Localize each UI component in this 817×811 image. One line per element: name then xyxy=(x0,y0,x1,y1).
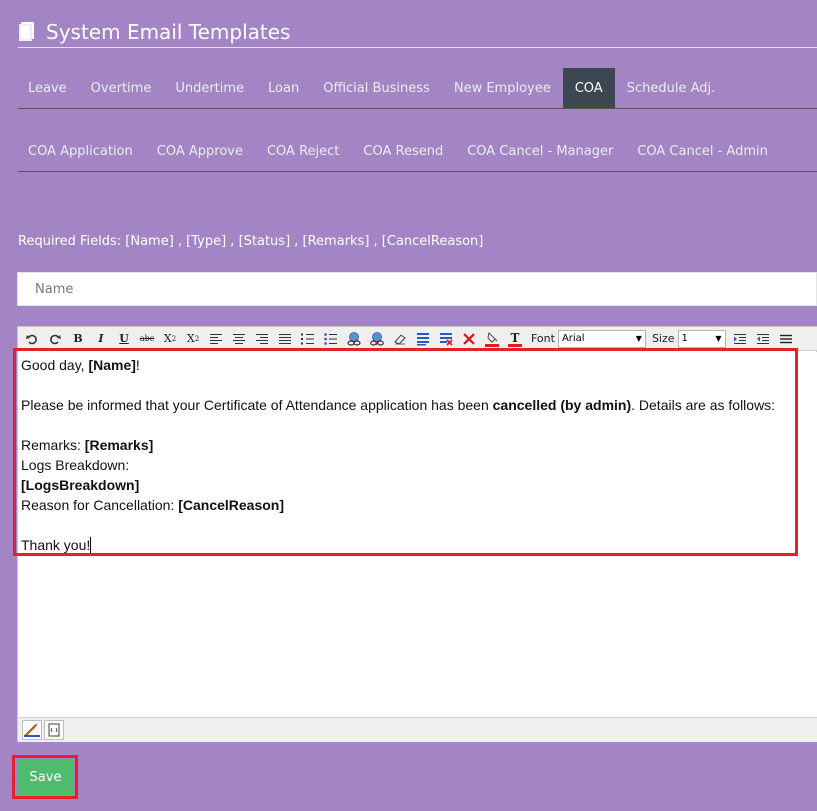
horizontal-rule-icon[interactable] xyxy=(775,329,797,349)
superscript-icon[interactable]: X2 xyxy=(182,329,204,349)
size-select-value: 1 xyxy=(681,333,688,344)
delete-icon[interactable] xyxy=(458,329,480,349)
size-label: Size xyxy=(651,332,675,345)
book-icon xyxy=(18,21,34,42)
undo-icon[interactable] xyxy=(21,329,43,349)
tab-new-employee[interactable]: New Employee xyxy=(442,68,563,108)
text-color-icon[interactable]: T xyxy=(504,329,526,349)
tab-coa-cancel-admin[interactable]: COA Cancel - Admin xyxy=(625,131,780,171)
tab-official-business[interactable]: Official Business xyxy=(311,68,442,108)
chevron-down-icon: ▼ xyxy=(715,334,722,343)
tab-coa-application[interactable]: COA Application xyxy=(18,131,145,171)
informed-prefix: Please be informed that your Certificate… xyxy=(21,397,493,413)
page-title: System Email Templates xyxy=(46,19,291,44)
logs-label: Logs Breakdown: xyxy=(21,457,130,473)
highlight-color-icon[interactable] xyxy=(481,329,503,349)
remarks-placeholder: [Remarks] xyxy=(84,437,154,453)
save-button[interactable]: Save xyxy=(17,759,74,795)
required-fields-text: Required Fields: [Name] , [Type] , [Stat… xyxy=(18,234,484,249)
name-input[interactable] xyxy=(17,272,817,306)
align-center-icon[interactable] xyxy=(228,329,250,349)
closing-text: Thank you! xyxy=(21,537,91,553)
tab-coa-resend[interactable]: COA Resend xyxy=(351,131,455,171)
tab-coa-approve[interactable]: COA Approve xyxy=(145,131,255,171)
align-left-icon[interactable] xyxy=(205,329,227,349)
bold-icon[interactable]: B xyxy=(67,329,89,349)
informed-status: cancelled (by admin) xyxy=(492,397,632,413)
font-select[interactable]: Arial ▼ xyxy=(557,329,646,348)
html-source-icon[interactable] xyxy=(44,720,64,740)
tab-coa[interactable]: COA xyxy=(562,68,615,108)
reason-placeholder: [CancelReason] xyxy=(178,497,285,513)
primary-tabs: Leave Overtime Undertime Loan Official B… xyxy=(18,68,817,109)
title-row: System Email Templates xyxy=(18,16,817,48)
greeting-suffix: ! xyxy=(135,357,140,373)
design-mode-icon[interactable] xyxy=(22,720,42,740)
remove-format-icon[interactable] xyxy=(435,329,457,349)
tab-coa-reject[interactable]: COA Reject xyxy=(255,131,351,171)
tab-coa-cancel-manager[interactable]: COA Cancel - Manager xyxy=(455,131,625,171)
outdent-icon[interactable] xyxy=(752,329,774,349)
size-select[interactable]: 1 ▼ xyxy=(677,329,726,348)
editor-content-area[interactable]: Good day, [Name]! Please be informed tha… xyxy=(18,352,817,717)
font-select-value: Arial xyxy=(561,333,585,344)
logs-placeholder: [LogsBreakdown] xyxy=(21,477,140,493)
subscript-icon[interactable]: X2 xyxy=(159,329,181,349)
remarks-label: Remarks: xyxy=(21,437,85,453)
secondary-tabs: COA Application COA Approve COA Reject C… xyxy=(18,131,817,172)
chevron-down-icon: ▼ xyxy=(635,334,642,343)
rich-text-editor: B I U abc X2 X2 T Font Arial ▼ Size 1 ▼ … xyxy=(17,326,817,742)
editor-mode-bar xyxy=(18,717,817,742)
ordered-list-icon[interactable] xyxy=(297,329,319,349)
unlink-icon[interactable] xyxy=(366,329,388,349)
redo-icon[interactable] xyxy=(44,329,66,349)
indent-icon[interactable] xyxy=(729,329,751,349)
informed-suffix: . Details are as follows: xyxy=(631,397,776,413)
italic-icon[interactable]: I xyxy=(90,329,112,349)
tab-leave[interactable]: Leave xyxy=(18,68,79,108)
svg-text:T: T xyxy=(511,331,520,345)
font-label: Font xyxy=(531,332,555,345)
tab-schedule-adj[interactable]: Schedule Adj. xyxy=(615,68,728,108)
tab-overtime[interactable]: Overtime xyxy=(79,68,164,108)
eraser-icon[interactable] xyxy=(389,329,411,349)
align-right-icon[interactable] xyxy=(251,329,273,349)
name-placeholder: [Name] xyxy=(88,357,136,373)
link-icon[interactable] xyxy=(343,329,365,349)
justify-icon[interactable] xyxy=(274,329,296,349)
paragraph-format-icon[interactable] xyxy=(412,329,434,349)
strikethrough-icon[interactable]: abc xyxy=(136,329,158,349)
tab-loan[interactable]: Loan xyxy=(256,68,311,108)
tab-undertime[interactable]: Undertime xyxy=(163,68,256,108)
underline-icon[interactable]: U xyxy=(113,329,135,349)
email-body: Good day, [Name]! Please be informed tha… xyxy=(21,355,775,555)
unordered-list-icon[interactable] xyxy=(320,329,342,349)
text-caret xyxy=(90,537,92,553)
greeting-prefix: Good day, xyxy=(21,357,89,373)
email-templates-panel: System Email Templates Leave Overtime Un… xyxy=(0,0,817,811)
reason-label: Reason for Cancellation: xyxy=(21,497,179,513)
editor-toolbar: B I U abc X2 X2 T Font Arial ▼ Size 1 ▼ xyxy=(18,327,817,351)
